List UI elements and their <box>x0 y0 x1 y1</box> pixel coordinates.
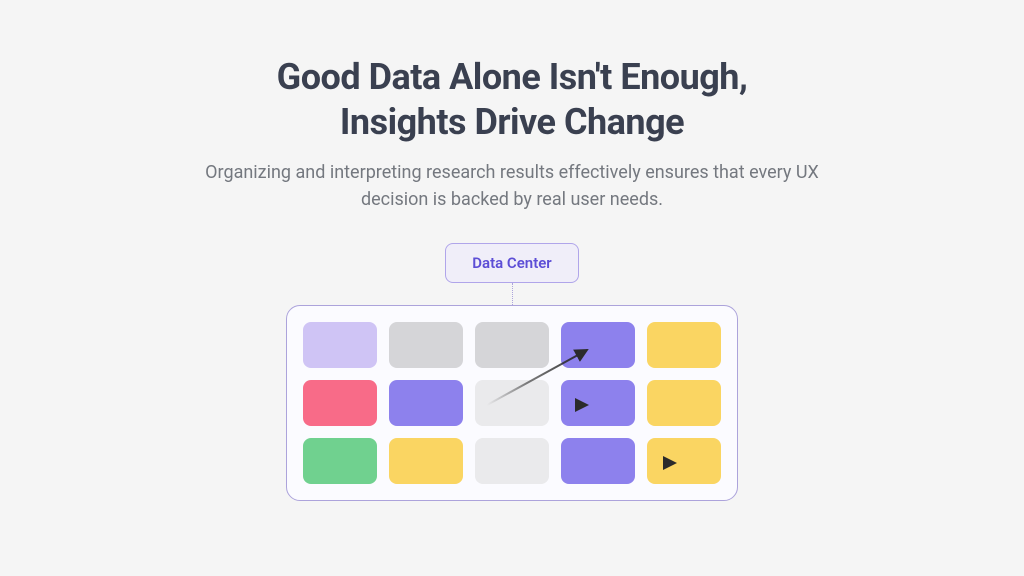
grid-cell <box>475 438 549 484</box>
title-line-2: Insights Drive Change <box>340 101 684 143</box>
page-subtitle: Organizing and interpreting research res… <box>192 159 832 213</box>
title-line-1: Good Data Alone Isn't Enough, <box>277 56 748 98</box>
data-center-label: Data Center <box>445 243 578 283</box>
grid-cell <box>303 322 377 368</box>
grid-cell <box>561 380 635 426</box>
diagram: Data Center <box>286 243 738 501</box>
grid-cell <box>389 322 463 368</box>
grid-cell <box>647 380 721 426</box>
grid-cell <box>389 380 463 426</box>
grid-cell <box>389 438 463 484</box>
grid-cell <box>561 438 635 484</box>
data-grid <box>286 305 738 501</box>
grid-cell <box>561 322 635 368</box>
connector-line <box>512 283 513 305</box>
grid-cell <box>647 438 721 484</box>
grid-cell <box>303 380 377 426</box>
grid-cell <box>647 322 721 368</box>
grid-cell <box>303 438 377 484</box>
page-title: Good Data Alone Isn't Enough, Insights D… <box>277 55 748 145</box>
grid-cell <box>475 380 549 426</box>
grid-cell <box>475 322 549 368</box>
